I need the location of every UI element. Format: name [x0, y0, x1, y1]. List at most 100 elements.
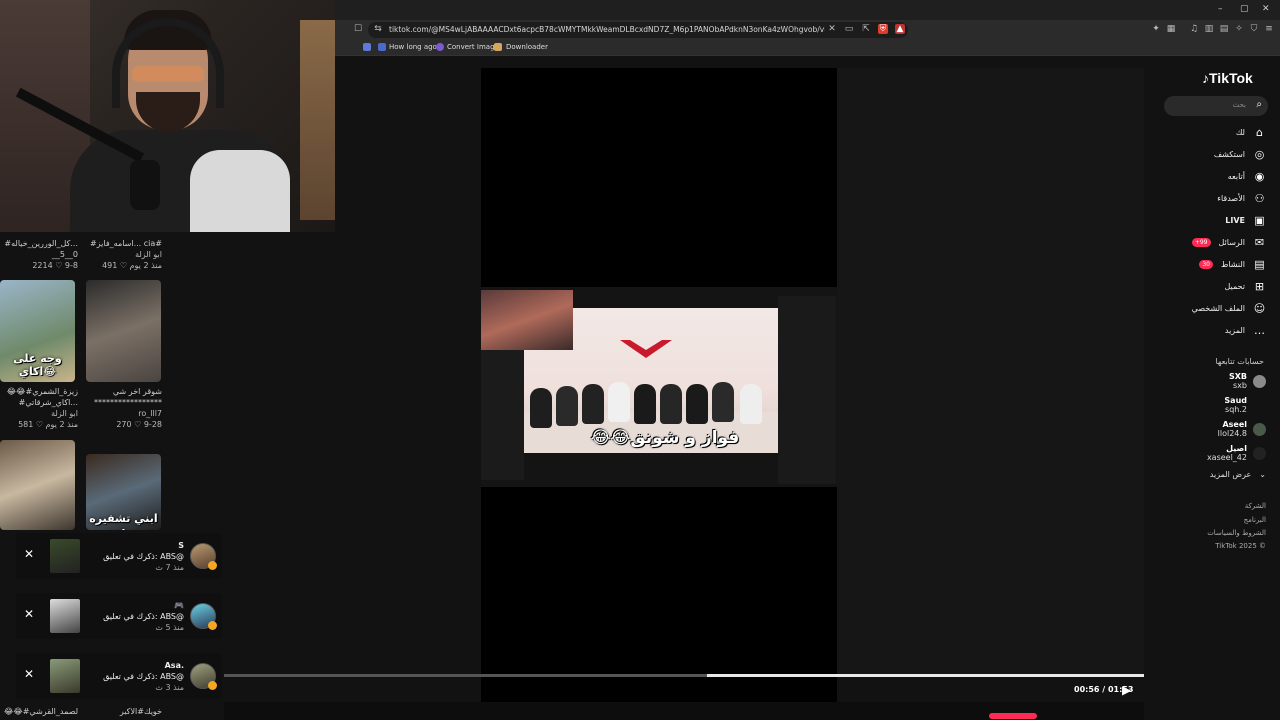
maximize-button[interactable]: ▢	[1240, 4, 1249, 14]
tab-bar	[335, 0, 1280, 20]
tiktok-note-icon: ♪	[1202, 70, 1209, 86]
feed-caption: خويك#الاكبر	[119, 707, 162, 716]
wallet-icon[interactable]: ▤	[1219, 24, 1229, 34]
feed-thumbnail[interactable]	[86, 280, 161, 382]
chevron-down-icon: ⌄	[1259, 470, 1266, 479]
nav-item-following-avatar[interactable]: أتابعه ◉	[1228, 170, 1266, 183]
nav-item-live[interactable]: LIVE ▣	[1225, 214, 1266, 227]
search-placeholder: بحث	[1232, 101, 1246, 109]
person	[712, 382, 734, 422]
close-window-button[interactable]: ✕	[1262, 4, 1270, 14]
music-icon[interactable]: ♫	[1189, 24, 1199, 34]
notification-toast[interactable]: ✕ Asa. ذكرك في تعليق: ABS@ منذ 3 ث	[16, 653, 222, 699]
feed-thumbnail[interactable]: وجه على اكاي😂	[0, 280, 75, 382]
tiktok-logo-text: TikTok	[1209, 70, 1253, 86]
url-text[interactable]: tiktok.com/@MS4wLjABAAAACDxt6acpcB78cWMY…	[389, 25, 825, 34]
see-more-button[interactable]: عرض المزيد ⌄	[1210, 470, 1266, 479]
nav-item-activity[interactable]: 30 النشاط ▤	[1199, 258, 1266, 271]
nav-label: أتابعه	[1227, 172, 1245, 181]
search-icon[interactable]: ⌕	[1256, 99, 1262, 110]
nav-label: LIVE	[1225, 216, 1245, 225]
nav-item-more[interactable]: المزيد…	[1225, 324, 1266, 337]
account-name: Saud	[1224, 396, 1247, 405]
notification-body: ذكرك في تعليق: ABS@	[103, 552, 184, 561]
person	[634, 384, 656, 424]
nav-label: الأصدقاء	[1217, 194, 1245, 203]
account-sxb[interactable]: SXB sxb	[1229, 372, 1266, 390]
notification-badge: 30	[1199, 260, 1213, 269]
mention-badge-icon	[208, 621, 217, 630]
leo-ai-icon[interactable]: ✧	[1234, 24, 1244, 34]
feed-caption: 😂😂#زيزة_الشمري	[6, 387, 78, 396]
notification-title: S	[178, 541, 184, 550]
play-icon[interactable]: ▶	[1122, 683, 1131, 697]
avatar	[1253, 399, 1266, 412]
inner-chat-panel	[778, 296, 836, 484]
bookmark-favicon	[494, 43, 502, 51]
cast-icon[interactable]: ▭	[844, 24, 854, 34]
avatar	[1253, 374, 1266, 388]
messages-icon: ✉	[1254, 236, 1265, 249]
feed-thumbnail[interactable]	[0, 440, 75, 530]
footer-link[interactable]: الشروط والسياسات	[1207, 529, 1266, 537]
close-icon[interactable]: ✕	[24, 607, 34, 621]
menu-icon[interactable]: ≡	[1264, 24, 1274, 34]
bookmark-convert-image[interactable]: Convert Image	[447, 43, 499, 51]
bookmark-downloader[interactable]: Downloader	[506, 43, 548, 51]
notification-thumbnail	[50, 539, 80, 573]
brave-rewards-icon[interactable]: ▲	[895, 24, 905, 34]
account-saud[interactable]: Saud sqh.2	[1224, 396, 1266, 414]
account-handle: llol24.8	[1217, 429, 1247, 438]
sidebar-toggle-icon[interactable]: ▥	[1204, 24, 1214, 34]
nav-item-friends[interactable]: الأصدقاء ⚇	[1217, 192, 1266, 205]
minimize-button[interactable]: –	[1218, 4, 1223, 14]
footer-link[interactable]: البرنامج	[1244, 516, 1266, 524]
nav-item-compass[interactable]: استكشف ◎	[1214, 148, 1266, 161]
close-icon[interactable]: ✕	[24, 547, 34, 561]
notification-toast[interactable]: ✕ S ذكرك في تعليق: ABS@ منذ 7 ث	[16, 533, 222, 579]
notification-title: 🎮	[174, 601, 184, 610]
vpn-icon[interactable]: ⛉	[1249, 24, 1259, 34]
brave-shield-icon[interactable]: ⛨	[878, 24, 888, 34]
extension-icon-2[interactable]: ▦	[1166, 24, 1176, 34]
search-input[interactable]: بحث ⌕	[1164, 96, 1268, 116]
person	[686, 384, 708, 424]
compass-icon: ◎	[1254, 148, 1265, 161]
feed-thumbnail[interactable]: ابني تشفيره :	[86, 454, 161, 530]
highlight-bar	[989, 713, 1037, 719]
notification-time: منذ 3 ث	[155, 683, 184, 692]
extension-icon[interactable]: ✦	[1151, 24, 1161, 34]
notification-toast[interactable]: ✕ 🎮 ذكرك في تعليق: ABS@ منذ 5 ث	[16, 593, 222, 639]
video-subtitle: 😂😂فواز و شونق	[590, 428, 740, 448]
site-settings-icon[interactable]: ⇆	[373, 24, 383, 34]
share-icon[interactable]: ⇱	[861, 24, 871, 34]
close-icon[interactable]: ✕	[24, 667, 34, 681]
notification-body: ذكرك في تعليق: ABS@	[103, 612, 184, 621]
streamer-shirt	[190, 150, 290, 232]
activity-icon: ▤	[1254, 258, 1265, 271]
nav-label: النشاط	[1220, 260, 1245, 269]
account-xaseel[interactable]: اصيل xaseel_42	[1207, 444, 1266, 462]
person	[608, 382, 630, 422]
footer-link[interactable]: الشركة	[1245, 502, 1266, 510]
nav-item-profile[interactable]: الملف الشخصي ☺	[1192, 302, 1266, 315]
feed-author: ابو الزلة	[51, 409, 78, 418]
nav-item-home[interactable]: لك ⌂	[1236, 126, 1266, 139]
video-feed-grid: #كل_الوررين_خياله... __5__0 2214 ♡ 9-8 #…	[0, 232, 173, 720]
feed-caption-2: *****************	[94, 398, 162, 407]
feed-caption-2: #اكاي_شرقاتي...	[18, 398, 78, 407]
avatar	[1253, 446, 1266, 460]
feed-stats: 2214 ♡ 9-8	[32, 261, 78, 270]
bookmark-how-long-ago[interactable]: How long ago	[389, 43, 437, 51]
account-aseel[interactable]: Aseel llol24.8	[1218, 420, 1266, 438]
thumbnail-overlay-text: وجه على اكاي😂	[13, 352, 62, 378]
tiktok-logo[interactable]: ♪TikTok	[1202, 70, 1253, 86]
profile-icon: ☺	[1253, 302, 1266, 315]
bookmark-icon[interactable]: ☐	[353, 24, 363, 34]
nav-item-upload[interactable]: تحميل ⊞	[1225, 280, 1267, 293]
account-name: Aseel	[1222, 420, 1247, 429]
feed-caption: 😂😂#عبدالصمد_القرشي	[4, 707, 78, 716]
nav-item-messages[interactable]: +99 الرسائل ✉	[1191, 236, 1266, 249]
nav-label: الملف الشخصي	[1191, 304, 1245, 313]
mute-tab-icon[interactable]: ✕	[827, 24, 837, 34]
